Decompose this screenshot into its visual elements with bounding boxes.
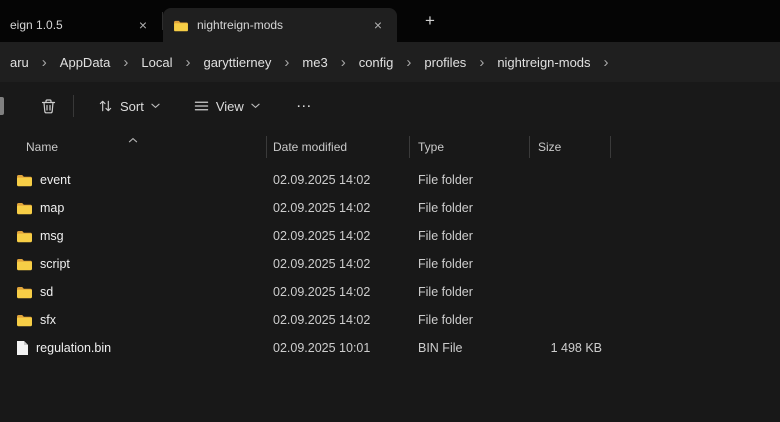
chevron-right-icon[interactable]: › (37, 55, 52, 70)
column-headers: Name Date modified Type Size (0, 134, 780, 160)
file-name: regulation.bin (36, 341, 111, 355)
folder-icon (16, 173, 33, 187)
tab-label: nightreign-mods (197, 18, 361, 32)
chevron-right-icon[interactable]: › (180, 55, 195, 70)
breadcrumb-item[interactable]: AppData (52, 50, 119, 75)
tab-close-icon[interactable]: × (134, 16, 152, 34)
file-type: File folder (410, 285, 530, 299)
file-name: sd (40, 285, 53, 299)
sort-ascending-icon (129, 132, 138, 146)
tab-background[interactable]: eign 1.0.5 × (0, 8, 162, 42)
table-row[interactable]: regulation.bin 02.09.2025 10:01 BIN File… (0, 334, 780, 362)
folder-icon (16, 313, 33, 327)
trash-icon (40, 98, 57, 115)
sort-label: Sort (120, 99, 144, 114)
chevron-down-icon (151, 103, 160, 109)
breadcrumb-item[interactable]: aru (2, 50, 37, 75)
tab-close-icon[interactable]: × (369, 16, 387, 34)
file-type: File folder (410, 229, 530, 243)
folder-icon (16, 201, 33, 215)
file-name: event (40, 173, 71, 187)
table-row[interactable]: sd 02.09.2025 14:02 File folder (0, 278, 780, 306)
file-rows: event 02.09.2025 14:02 File folder map 0… (0, 166, 780, 362)
tab-label: eign 1.0.5 (10, 18, 134, 32)
date-modified: 02.09.2025 14:02 (267, 285, 410, 299)
file-size: 1 498 KB (530, 341, 611, 355)
column-header-label: Date modified (273, 140, 347, 154)
file-name: sfx (40, 313, 56, 327)
table-row[interactable]: script 02.09.2025 14:02 File folder (0, 250, 780, 278)
column-header-type[interactable]: Type (410, 136, 530, 158)
column-header-label: Name (26, 140, 58, 154)
view-list-icon (194, 100, 209, 112)
command-toolbar: Sort View … (0, 82, 780, 130)
clipped-toolbar-icon[interactable] (0, 97, 4, 115)
sort-button[interactable]: Sort (88, 92, 170, 121)
breadcrumb-item[interactable]: config (351, 50, 402, 75)
date-modified: 02.09.2025 14:02 (267, 173, 410, 187)
breadcrumb-item[interactable]: me3 (294, 50, 335, 75)
column-header-date-modified[interactable]: Date modified (267, 136, 410, 158)
chevron-right-icon[interactable]: › (336, 55, 351, 70)
file-icon (16, 340, 29, 356)
folder-icon (16, 229, 33, 243)
delete-button[interactable] (30, 91, 67, 122)
chevron-right-icon[interactable]: › (118, 55, 133, 70)
breadcrumb-item[interactable]: profiles (416, 50, 474, 75)
table-row[interactable]: msg 02.09.2025 14:02 File folder (0, 222, 780, 250)
view-button[interactable]: View (184, 92, 270, 121)
breadcrumb-item-current[interactable]: nightreign-mods (489, 50, 598, 75)
chevron-right-icon[interactable]: › (599, 55, 614, 70)
file-type: File folder (410, 173, 530, 187)
date-modified: 02.09.2025 10:01 (267, 341, 410, 355)
file-list-pane: Name Date modified Type Size event 02.09… (0, 130, 780, 422)
folder-icon (16, 257, 33, 271)
date-modified: 02.09.2025 14:02 (267, 313, 410, 327)
more-options-button[interactable]: … (284, 90, 325, 122)
column-header-label: Size (538, 140, 561, 154)
breadcrumb-item[interactable]: garyttierney (195, 50, 279, 75)
new-tab-button[interactable]: + (417, 9, 443, 33)
column-header-size[interactable]: Size (530, 136, 611, 158)
table-row[interactable]: map 02.09.2025 14:02 File folder (0, 194, 780, 222)
tab-bar: eign 1.0.5 × nightreign-mods × + (0, 0, 780, 42)
file-type: BIN File (410, 341, 530, 355)
chevron-right-icon[interactable]: › (474, 55, 489, 70)
file-type: File folder (410, 201, 530, 215)
date-modified: 02.09.2025 14:02 (267, 201, 410, 215)
date-modified: 02.09.2025 14:02 (267, 257, 410, 271)
tab-active[interactable]: nightreign-mods × (163, 8, 397, 42)
toolbar-divider (73, 95, 74, 117)
sort-arrows-icon (98, 99, 113, 113)
date-modified: 02.09.2025 14:02 (267, 229, 410, 243)
chevron-right-icon[interactable]: › (401, 55, 416, 70)
table-row[interactable]: sfx 02.09.2025 14:02 File folder (0, 306, 780, 334)
chevron-down-icon (251, 103, 260, 109)
file-name: msg (40, 229, 64, 243)
column-header-name[interactable]: Name (0, 136, 267, 158)
chevron-right-icon[interactable]: › (279, 55, 294, 70)
file-type: File folder (410, 313, 530, 327)
breadcrumb-item[interactable]: Local (133, 50, 180, 75)
table-row[interactable]: event 02.09.2025 14:02 File folder (0, 166, 780, 194)
file-type: File folder (410, 257, 530, 271)
column-header-label: Type (418, 140, 444, 154)
view-label: View (216, 99, 244, 114)
file-name: script (40, 257, 70, 271)
breadcrumb: aru › AppData › Local › garyttierney › m… (0, 42, 780, 82)
file-name: map (40, 201, 64, 215)
folder-icon (16, 285, 33, 299)
folder-icon (173, 19, 189, 32)
